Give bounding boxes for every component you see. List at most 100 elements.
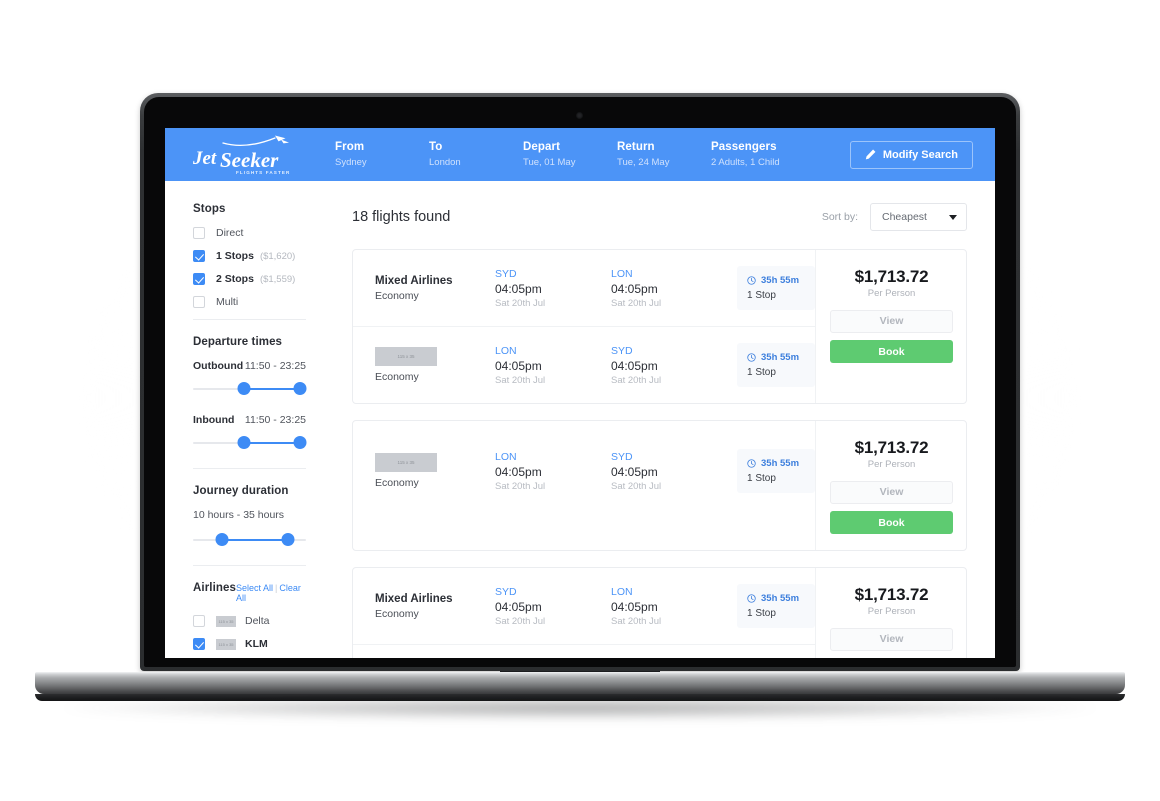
leg-origin-date: Sat 20th Jul <box>495 297 546 309</box>
leg-origin-date: Sat 20th Jul <box>495 374 546 386</box>
leg-destination-code: SYD <box>611 450 633 463</box>
outbound-slider-handle-min[interactable] <box>237 382 251 395</box>
view-button[interactable]: View <box>830 481 953 504</box>
view-button[interactable]: View <box>830 628 953 651</box>
leg-destination-time: 04:05pm <box>611 464 658 479</box>
leg-airline: 115 x 35 Economy <box>375 347 495 383</box>
filter-airline-delta[interactable]: 115 x 35 Delta <box>193 615 330 627</box>
depart-value: Tue, 01 May <box>523 157 576 168</box>
flight-price: $1,713.72 <box>854 438 929 457</box>
results-count: 18 flights found <box>352 209 451 225</box>
journey-duration-slider[interactable] <box>193 533 306 547</box>
search-field-depart[interactable]: Depart Tue, 01 May <box>523 140 617 169</box>
inbound-slider-handle-max[interactable] <box>293 436 307 449</box>
brand-logo[interactable]: Jet Seeker FLIGHTS FASTER <box>189 134 293 176</box>
flight-card[interactable]: Mixed Airlines Economy SYD 04:05pm Sat 2… <box>352 567 967 658</box>
inbound-slider-handle-min[interactable] <box>237 436 251 449</box>
to-label: To <box>429 141 443 153</box>
outbound-slider-header: Outbound 11:50 - 23:25 <box>193 360 330 372</box>
divider-journey-duration <box>193 565 306 566</box>
flight-card[interactable]: 115 x 35 Economy LON 04:05pm Sat 20th Ju… <box>352 420 967 551</box>
leg-cabin-class: Economy <box>375 289 419 302</box>
outbound-slider-handle-max[interactable] <box>293 382 307 395</box>
flight-legs: 115 x 35 Economy LON 04:05pm Sat 20th Ju… <box>353 421 815 550</box>
inbound-value: 11:50 - 23:25 <box>244 414 306 426</box>
filter-airline-klm[interactable]: 115 x 35 KLM <box>193 638 330 650</box>
journey-duration-value: 10 hours - 35 hours <box>193 509 285 521</box>
flight-leg: 115 x 35 Economy LON 04:05pm Sat 20th Ju… <box>353 421 815 521</box>
outbound-slider[interactable] <box>193 382 307 396</box>
flight-price-panel: $1,713.72 Per Person View Book <box>815 568 966 658</box>
flight-price: $1,713.72 <box>854 585 929 604</box>
from-label: From <box>335 141 365 153</box>
flight-leg: Mixed Airlines Economy SYD 04:05pm Sat 2… <box>353 568 815 644</box>
label-direct: Direct <box>216 227 244 239</box>
inbound-label: Inbound <box>193 414 235 426</box>
clock-icon <box>747 353 756 362</box>
price-per-person-label: Per Person <box>867 288 916 299</box>
search-field-to[interactable]: To London <box>429 140 523 169</box>
leg-cabin-class: Economy <box>375 371 419 383</box>
leg-cabin-class: Economy <box>375 477 419 489</box>
duration-slider-handle-min[interactable] <box>215 533 229 546</box>
checkbox-2-stops[interactable] <box>193 273 205 285</box>
screen-viewport: Jet Seeker FLIGHTS FASTER From Sydney To… <box>165 128 995 658</box>
inbound-slider[interactable] <box>193 436 307 450</box>
checkbox-direct[interactable] <box>193 227 205 239</box>
search-field-passengers[interactable]: Passengers 2 Adults, 1 Child <box>711 140 829 169</box>
leg-duration: 35h 55m <box>761 275 800 286</box>
label-1-stops: 1 Stops <box>216 250 254 262</box>
checkbox-multi[interactable] <box>193 296 205 308</box>
leg-origin-time: 04:05pm <box>495 599 542 614</box>
select-all-link[interactable]: Select All <box>236 583 273 593</box>
svg-text:Seeker: Seeker <box>220 148 279 172</box>
clock-icon <box>747 276 756 285</box>
leg-duration: 35h 55m <box>761 458 800 469</box>
flight-price-panel: $1,713.72 Per Person View Book <box>815 250 966 403</box>
leg-origin: SYD 04:05pm Sat 20th Jul <box>495 585 611 628</box>
sort-select[interactable]: Cheapest <box>870 203 967 231</box>
svg-text:Jet: Jet <box>192 148 217 169</box>
passengers-value: 2 Adults, 1 Child <box>711 157 780 168</box>
return-label: Return <box>617 141 655 153</box>
view-button[interactable]: View <box>830 310 953 333</box>
filter-stops-direct[interactable]: Direct <box>193 227 330 239</box>
passengers-label: Passengers <box>711 141 777 153</box>
sort-control: Sort by: Cheapest <box>822 203 967 231</box>
book-button[interactable]: Book <box>830 340 953 363</box>
checkbox-1-stops[interactable] <box>193 250 205 262</box>
modify-search-button[interactable]: Modify Search <box>849 140 973 169</box>
leg-destination-time: 04:05pm <box>611 281 658 296</box>
duration-slider-handle-max[interactable] <box>281 533 295 546</box>
flight-card[interactable]: Mixed Airlines Economy SYD 04:05pm Sat 2… <box>352 249 967 404</box>
airline-logo-placeholder: 115 x 35 <box>375 347 437 366</box>
book-button[interactable]: Book <box>830 511 953 534</box>
sort-selected-value: Cheapest <box>882 211 927 223</box>
label-delta: Delta <box>245 615 270 627</box>
label-2-stops: 2 Stops <box>216 273 254 285</box>
leg-airline: Mixed Airlines Economy <box>375 275 495 302</box>
clock-icon <box>747 594 756 603</box>
filter-stops-2[interactable]: 2 Stops ($1,559) <box>193 273 330 285</box>
checkbox-klm[interactable] <box>193 638 205 650</box>
to-value: London <box>429 157 461 168</box>
search-field-from[interactable]: From Sydney <box>335 140 429 169</box>
airline-logo-placeholder: 115 x 35 <box>375 453 437 472</box>
checkbox-delta[interactable] <box>193 615 205 627</box>
flight-price: $1,713.72 <box>854 267 929 286</box>
leg-origin-date: Sat 20th Jul <box>495 615 546 627</box>
search-field-return[interactable]: Return Tue, 24 May <box>617 140 711 169</box>
leg-destination-time: 04:05pm <box>611 599 658 614</box>
filter-stops-1[interactable]: 1 Stops ($1,620) <box>193 250 330 262</box>
stops-title: Stops <box>193 203 226 215</box>
sort-label: Sort by: <box>821 211 858 223</box>
inbound-slider-header: Inbound 11:50 - 23:25 <box>193 414 330 426</box>
filter-stops-multi[interactable]: Multi <box>193 296 330 308</box>
actions-separator: | <box>275 583 278 593</box>
pencil-icon <box>865 149 876 160</box>
leg-origin: SYD 04:05pm Sat 20th Jul <box>495 267 611 310</box>
airlines-actions: Select All | Clear All <box>236 583 306 603</box>
price-per-person-label: Per Person <box>867 606 916 617</box>
flight-leg: 115 x 35 Economy LON 04:05pm Sat 20th Ju… <box>353 326 815 403</box>
leg-origin-code: LON <box>495 450 517 463</box>
